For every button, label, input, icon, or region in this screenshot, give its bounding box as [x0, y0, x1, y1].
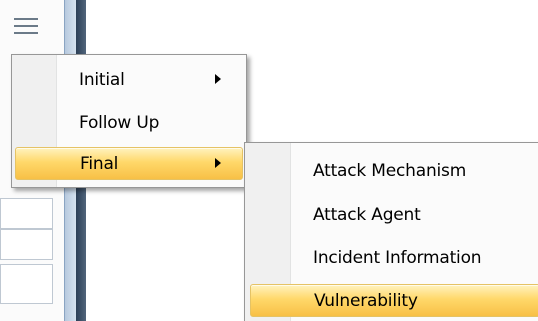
- menu-item-label: Attack Agent: [313, 205, 421, 225]
- menu-item-label: Final: [80, 154, 119, 174]
- menu-item-follow-up[interactable]: Follow Up: [15, 106, 243, 139]
- menu-item-label: Incident Information: [313, 248, 482, 268]
- submenu-arrow-icon: [215, 74, 221, 84]
- submenu-arrow-icon: [215, 158, 221, 168]
- menu-item-final[interactable]: Final: [15, 147, 243, 180]
- background-field[interactable]: [0, 264, 53, 304]
- submenu-final: Attack Mechanism Attack Agent Incident I…: [244, 142, 538, 321]
- hamburger-menu-icon[interactable]: [12, 12, 40, 40]
- background-field[interactable]: [0, 198, 53, 229]
- menu-item-attack-mechanism[interactable]: Attack Mechanism: [248, 154, 538, 187]
- application-window: Initial Follow Up Final Attack Mechanism…: [0, 0, 538, 321]
- menu-item-label: Initial: [79, 70, 125, 90]
- menu-item-initial[interactable]: Initial: [15, 63, 243, 96]
- menu-item-incident-information[interactable]: Incident Information: [248, 241, 538, 274]
- menu-item-label: Attack Mechanism: [313, 161, 467, 181]
- menu-item-label: Follow Up: [79, 113, 160, 133]
- context-menu: Initial Follow Up Final: [11, 54, 247, 188]
- menu-item-vulnerability[interactable]: Vulnerability: [250, 284, 538, 317]
- background-field[interactable]: [0, 229, 53, 260]
- menu-item-label: Vulnerability: [314, 291, 418, 311]
- menu-item-attack-agent[interactable]: Attack Agent: [248, 198, 538, 231]
